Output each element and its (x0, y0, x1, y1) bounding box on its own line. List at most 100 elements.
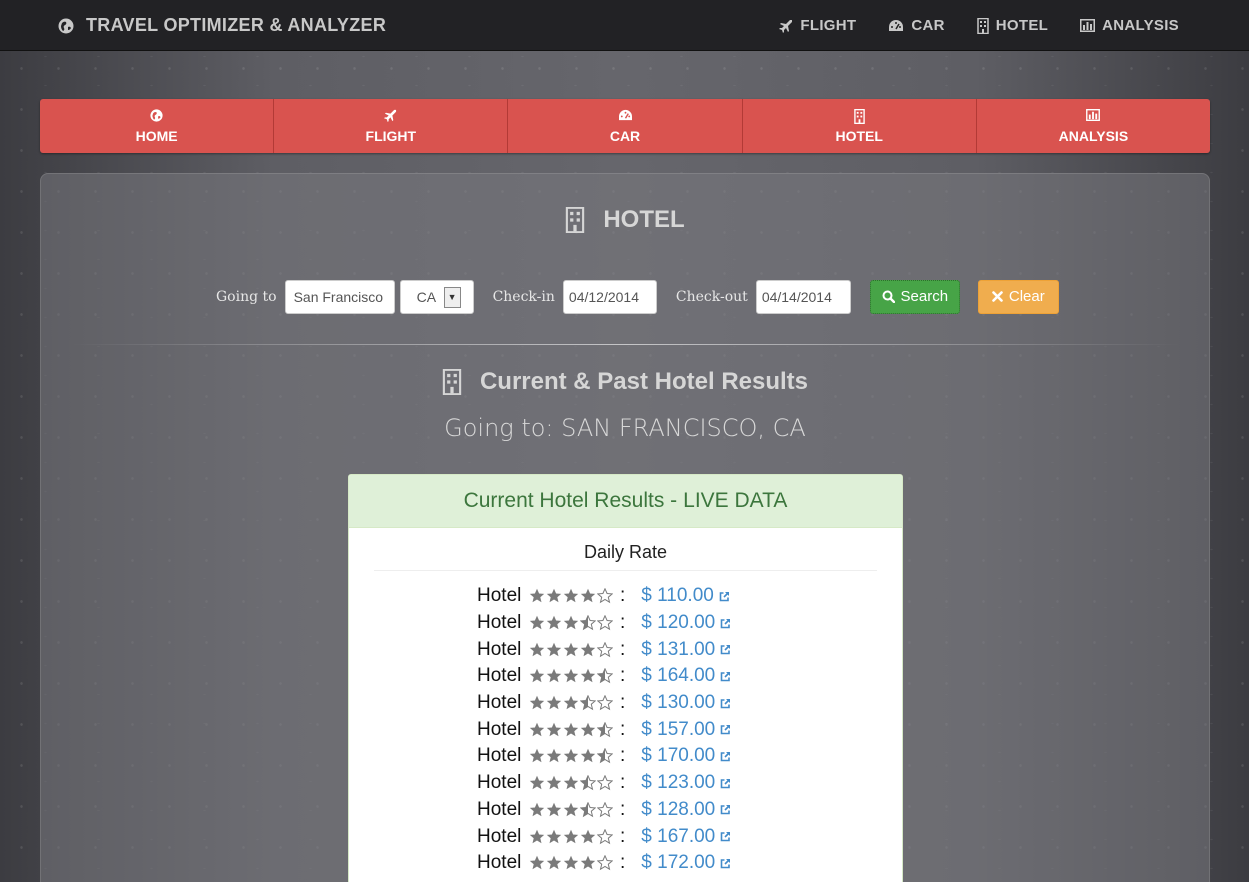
star-icon (529, 802, 545, 817)
star-icon (546, 802, 562, 817)
star-empty-icon (597, 588, 613, 604)
building-icon (853, 108, 865, 124)
hotel-label: Hotel (477, 692, 522, 714)
topnav-item-flight[interactable]: FLIGHT (779, 17, 856, 34)
plane-icon (779, 19, 793, 33)
star-icon (580, 722, 596, 736)
chevron-down-icon: ▼ (443, 286, 461, 308)
external-link-icon[interactable] (720, 618, 731, 629)
tab-flight[interactable]: FLIGHT (274, 99, 509, 153)
column-header: Daily Rate (374, 542, 877, 571)
dashboard-icon (888, 19, 904, 33)
hotel-label: Hotel (477, 798, 522, 820)
separator: : (620, 852, 626, 874)
building-icon (442, 369, 462, 395)
tab-label: HOME (135, 127, 178, 144)
star-half-icon (597, 668, 613, 684)
list-item: Hotel: $ 128.00 (349, 797, 902, 824)
price-link[interactable]: $ 110.00 (641, 585, 714, 607)
star-rating (529, 855, 614, 871)
price-link[interactable]: $ 120.00 (641, 612, 715, 634)
topnav-item-label: HOTEL (995, 17, 1049, 34)
tab-car[interactable]: CAR (508, 99, 743, 153)
star-icon (529, 749, 545, 763)
tab-analysis[interactable]: ANALYSIS (976, 99, 1210, 153)
price-link[interactable]: $ 123.00 (641, 772, 715, 794)
divider (71, 344, 1181, 345)
checkin-label: Check-in (492, 288, 555, 305)
star-empty-icon (597, 615, 613, 631)
star-icon (529, 669, 545, 683)
price-link[interactable]: $ 172.00 (641, 852, 715, 874)
live-data-label: LIVE DATA (683, 489, 788, 512)
star-rating (529, 668, 614, 684)
star-icon (546, 642, 562, 656)
list-item: Hotel: $ 123.00 (349, 770, 902, 797)
star-rating (529, 801, 614, 818)
external-link-icon[interactable] (720, 751, 731, 762)
star-icon (580, 669, 596, 683)
price-link[interactable]: $ 131.00 (641, 639, 715, 661)
topnav-item-analysis[interactable]: ANALYSIS (1080, 17, 1179, 34)
topnav-item-label: FLIGHT (800, 17, 857, 34)
external-link-icon[interactable] (720, 724, 731, 735)
external-link-icon[interactable] (719, 591, 730, 602)
separator: : (620, 825, 626, 847)
star-icon (529, 829, 545, 843)
close-icon (992, 291, 1003, 302)
checkin-input[interactable]: 04/12/2014 (562, 279, 657, 314)
external-link-icon[interactable] (720, 671, 731, 682)
clear-button[interactable]: Clear (977, 279, 1059, 314)
star-icon (546, 722, 562, 736)
topnav-item-car[interactable]: CAR (888, 17, 944, 34)
panel-title: HOTEL (41, 206, 1209, 234)
topnav-item-hotel[interactable]: HOTEL (977, 17, 1048, 34)
hotel-label: Hotel (477, 718, 522, 740)
list-item: Hotel: $ 164.00 (349, 663, 902, 690)
price-link[interactable]: $ 130.00 (641, 692, 715, 714)
price-link[interactable]: $ 164.00 (641, 665, 715, 687)
tab-home[interactable]: HOME (40, 99, 275, 153)
results-title: Current & Past Hotel Results (41, 368, 1209, 396)
price-link[interactable]: $ 170.00 (641, 745, 715, 767)
external-link-icon[interactable] (720, 831, 731, 842)
checkout-input[interactable]: 04/14/2014 (755, 279, 851, 314)
star-icon (563, 802, 579, 817)
external-link-icon[interactable] (720, 804, 731, 815)
star-icon (546, 695, 562, 710)
external-link-icon[interactable] (720, 778, 731, 789)
going-to-input[interactable]: San Francisco (284, 279, 395, 314)
star-icon (563, 589, 579, 603)
tab-hotel[interactable]: HOTEL (742, 99, 977, 153)
star-icon (563, 749, 579, 763)
star-rating (529, 721, 614, 738)
price-link[interactable]: $ 128.00 (641, 799, 715, 821)
state-select[interactable]: CA ▼ (399, 279, 474, 314)
results-title-text: Current & Past Hotel Results (479, 368, 809, 395)
star-half-icon (580, 775, 596, 791)
top-nav: FLIGHT CAR HOTEL ANALYSIS (747, 0, 1179, 51)
hotel-label: Hotel (477, 852, 522, 874)
star-icon (546, 615, 562, 630)
tab-label: HOTEL (835, 127, 883, 144)
current-results-card: Current Hotel Results - LIVE DATA Daily … (348, 474, 903, 882)
price-link[interactable]: $ 167.00 (641, 826, 715, 848)
star-half-icon (597, 721, 613, 738)
state-select-value: CA (416, 288, 437, 305)
going-to-label: Going to (216, 288, 277, 305)
list-item: Hotel: $ 120.00 (349, 610, 902, 637)
external-link-icon[interactable] (720, 698, 731, 709)
star-icon (529, 856, 545, 870)
globe-icon (58, 18, 74, 34)
star-icon (529, 615, 545, 630)
star-empty-icon (597, 801, 613, 818)
external-link-icon[interactable] (720, 644, 731, 655)
star-rating (529, 588, 614, 604)
list-item: Hotel: $ 172.00 (349, 850, 902, 877)
external-link-icon[interactable] (720, 858, 731, 869)
price-link[interactable]: $ 157.00 (641, 719, 715, 741)
search-button[interactable]: Search (869, 279, 960, 314)
brand-link[interactable]: TRAVEL OPTIMIZER & ANALYZER (58, 0, 386, 51)
star-icon (546, 669, 562, 683)
results-list: Hotel: $ 110.00 Hotel: $ 120.00 Hotel: $ 131.… (349, 583, 902, 877)
